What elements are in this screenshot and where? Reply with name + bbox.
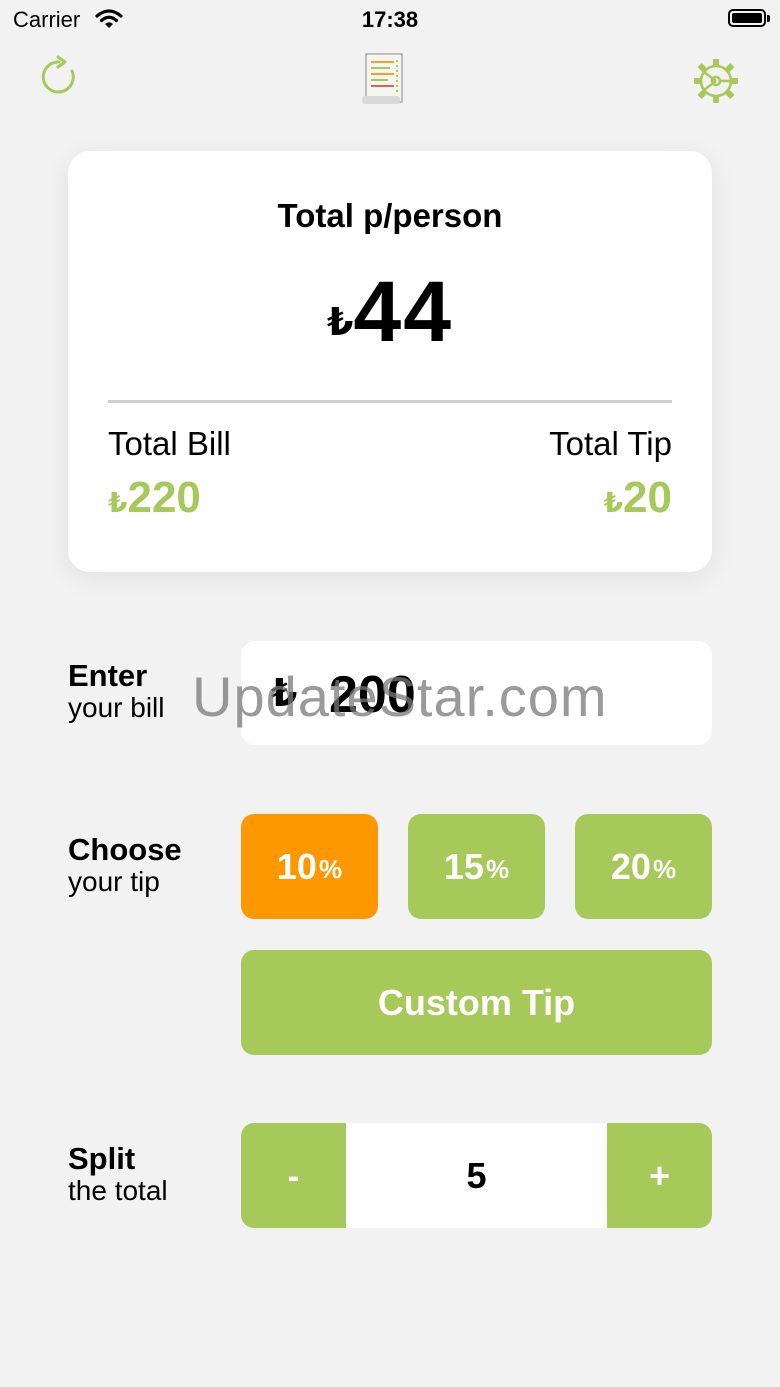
gear-icon[interactable]	[690, 55, 742, 112]
percent-sign: %	[318, 854, 343, 884]
status-bar: Carrier 17:38	[0, 0, 780, 40]
percent-sign: %	[485, 854, 510, 884]
currency-symbol: ₺	[326, 302, 354, 344]
tip-label-light: your tip	[68, 866, 160, 897]
receipt-icon	[356, 48, 408, 115]
per-person-value: 44	[353, 264, 454, 360]
tip-20-button[interactable]: 20%	[575, 814, 712, 919]
battery-icon	[728, 9, 770, 27]
split-stepper: - 5 +	[241, 1123, 712, 1228]
total-tip-amount: ₺20	[604, 473, 672, 523]
clock: 17:38	[361, 7, 419, 32]
split-count: 5	[466, 1154, 487, 1196]
bill-label-bold: Enter	[68, 658, 148, 693]
divider	[108, 400, 672, 403]
total-bill-value: 220	[127, 473, 201, 522]
percent-sign: %	[652, 854, 677, 884]
tip-10-button[interactable]: 10%	[241, 814, 378, 919]
total-tip-value: 20	[623, 473, 672, 522]
bill-currency: ₺	[271, 673, 298, 715]
total-bill-label: Total Bill	[108, 425, 231, 462]
card-title: Total p/person	[277, 197, 503, 234]
bill-label: Enter your bill	[68, 660, 164, 724]
split-label: Split the total	[68, 1143, 168, 1207]
refresh-icon[interactable]	[36, 54, 82, 105]
split-label-light: the total	[68, 1175, 168, 1206]
per-person-amount: ₺44	[68, 263, 712, 362]
bill-label-light: your bill	[68, 692, 165, 723]
split-minus-button[interactable]: -	[241, 1123, 346, 1228]
tip-label-bold: Choose	[68, 832, 182, 867]
bill-input[interactable]: ₺ 200	[241, 641, 712, 745]
split-label-bold: Split	[68, 1141, 136, 1176]
tip-15-button[interactable]: 15%	[408, 814, 545, 919]
custom-tip-button[interactable]: Custom Tip	[241, 950, 712, 1055]
tip-15-value: 15	[443, 845, 484, 887]
currency-symbol: ₺	[603, 487, 624, 518]
total-bill-amount: ₺220	[108, 473, 201, 523]
summary-card: Total p/person ₺44 Total Bill Total Tip …	[68, 151, 712, 572]
bill-value[interactable]: 200	[329, 665, 416, 725]
tip-20-value: 20	[610, 845, 651, 887]
tip-label: Choose your tip	[68, 834, 182, 898]
total-tip-label: Total Tip	[549, 425, 672, 462]
currency-symbol: ₺	[108, 487, 128, 518]
tip-10-value: 10	[276, 845, 317, 887]
split-plus-button[interactable]: +	[607, 1123, 712, 1228]
